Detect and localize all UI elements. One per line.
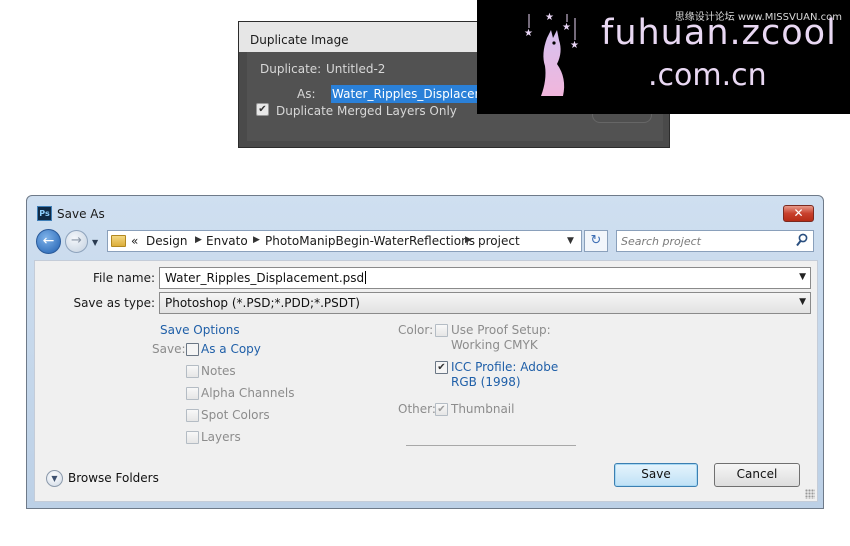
save-type-select[interactable]: Photoshop (*.PSD;*.PDD;*.PSDT) ▼ xyxy=(159,292,811,314)
merged-layers-checkbox[interactable]: ✔ xyxy=(256,103,269,116)
browse-folders-link[interactable]: Browse Folders xyxy=(68,471,159,485)
thumbnail-label: Thumbnail xyxy=(451,402,515,416)
merged-layers-label: Duplicate Merged Layers Only xyxy=(276,104,457,118)
svg-text:★: ★ xyxy=(562,22,571,33)
forward-arrow-icon[interactable]: → xyxy=(65,230,88,253)
use-proof-setup-checkbox[interactable] xyxy=(435,324,448,337)
breadcrumb-envato[interactable]: Envato xyxy=(206,234,248,248)
breadcrumb-overflow[interactable]: « xyxy=(131,234,138,248)
cat-moon-logo: ★ ★ ★ ★ xyxy=(507,12,579,102)
resize-grip[interactable] xyxy=(805,489,815,499)
file-name-chevron-down-icon[interactable]: ▼ xyxy=(799,272,806,282)
watermark: ★ ★ ★ ★ 思缘设计论坛 www.MISSVUAN.com fuhuan.z… xyxy=(477,0,850,114)
close-button[interactable]: ✕ xyxy=(783,205,814,222)
search-box[interactable] xyxy=(616,230,814,252)
icc-profile-label-line1[interactable]: ICC Profile: Adobe xyxy=(451,360,558,374)
svg-text:★: ★ xyxy=(524,28,533,39)
as-a-copy-checkbox[interactable] xyxy=(186,343,199,356)
search-input[interactable] xyxy=(621,233,789,249)
photoshop-icon: Ps xyxy=(37,206,52,221)
other-label: Other: xyxy=(398,402,436,416)
svg-text:★: ★ xyxy=(545,12,554,23)
address-dropdown-chevron-icon[interactable]: ▼ xyxy=(567,236,574,246)
duplicate-value: Untitled-2 xyxy=(326,62,386,76)
icc-profile-checkbox[interactable]: ✔ xyxy=(435,361,448,374)
browse-folders-chevron-icon[interactable]: ▼ xyxy=(46,470,63,487)
file-name-text: Water_Ripples_Displacement.psd xyxy=(165,271,367,285)
thumbnail-checkbox[interactable]: ✔ xyxy=(435,403,448,416)
svg-text:★: ★ xyxy=(570,40,579,51)
notes-label: Notes xyxy=(201,364,236,378)
watermark-line1: fuhuan.zcool xyxy=(601,13,837,53)
refresh-icon[interactable]: ↻ xyxy=(584,230,608,252)
as-label: As: xyxy=(297,87,316,101)
text-caret xyxy=(365,271,367,284)
layers-label: Layers xyxy=(201,430,241,444)
icc-profile-label-line2[interactable]: RGB (1998) xyxy=(451,375,521,389)
breadcrumb-photomanip[interactable]: PhotoManipBegin-WaterReflections xyxy=(265,234,475,248)
breadcrumb-design[interactable]: Design xyxy=(146,234,187,248)
save-type-chevron-down-icon[interactable]: ▼ xyxy=(799,297,806,307)
color-label: Color: xyxy=(398,323,434,337)
save-label: Save: xyxy=(152,342,186,356)
as-name-input[interactable]: Water_Ripples_Displacement xyxy=(331,85,501,103)
search-icon[interactable] xyxy=(796,233,808,247)
file-name-field[interactable]: Water_Ripples_Displacement.psd ▼ xyxy=(159,267,811,289)
window-title: Save As xyxy=(57,207,105,221)
breadcrumb-project[interactable]: project xyxy=(478,234,520,248)
watermark-line2: .com.cn xyxy=(648,58,767,93)
save-type-value: Photoshop (*.PSD;*.PDD;*.PSDT) xyxy=(165,296,360,310)
folder-icon xyxy=(111,235,126,247)
notes-checkbox[interactable] xyxy=(186,365,199,378)
save-options-panel: File name: Water_Ripples_Displacement.ps… xyxy=(34,260,818,502)
layers-checkbox[interactable] xyxy=(186,431,199,444)
recent-locations-chevron-icon[interactable]: ▼ xyxy=(92,238,98,247)
file-name-value: Water_Ripples_Displacement.psd xyxy=(165,271,365,285)
as-a-copy-label[interactable]: As a Copy xyxy=(201,342,261,356)
alpha-channels-checkbox[interactable] xyxy=(186,387,199,400)
address-bar[interactable]: « Design ▶ Envato ▶ PhotoManipBegin-Wate… xyxy=(107,230,582,252)
save-options-heading: Save Options xyxy=(160,323,240,337)
proof-setup-label-line2: Working CMYK xyxy=(451,338,538,352)
spot-colors-label: Spot Colors xyxy=(201,408,270,422)
save-as-dialog: Ps Save As ✕ ← → ▼ « Design ▶ Envato ▶ P… xyxy=(26,195,824,509)
cancel-button[interactable]: Cancel xyxy=(714,463,800,487)
file-name-label: File name: xyxy=(93,271,155,285)
alpha-channels-label: Alpha Channels xyxy=(201,386,295,400)
divider xyxy=(406,445,576,446)
breadcrumb-separator-icon[interactable]: ▶ xyxy=(465,235,472,245)
back-arrow-icon[interactable]: ← xyxy=(36,229,61,254)
breadcrumb-separator-icon[interactable]: ▶ xyxy=(253,235,260,245)
save-type-label: Save as type: xyxy=(73,296,155,310)
save-button[interactable]: Save xyxy=(614,463,698,487)
duplicate-label: Duplicate: xyxy=(260,62,322,76)
spot-colors-checkbox[interactable] xyxy=(186,409,199,422)
breadcrumb-separator-icon[interactable]: ▶ xyxy=(195,235,202,245)
proof-setup-label-line1: Use Proof Setup: xyxy=(451,323,551,337)
